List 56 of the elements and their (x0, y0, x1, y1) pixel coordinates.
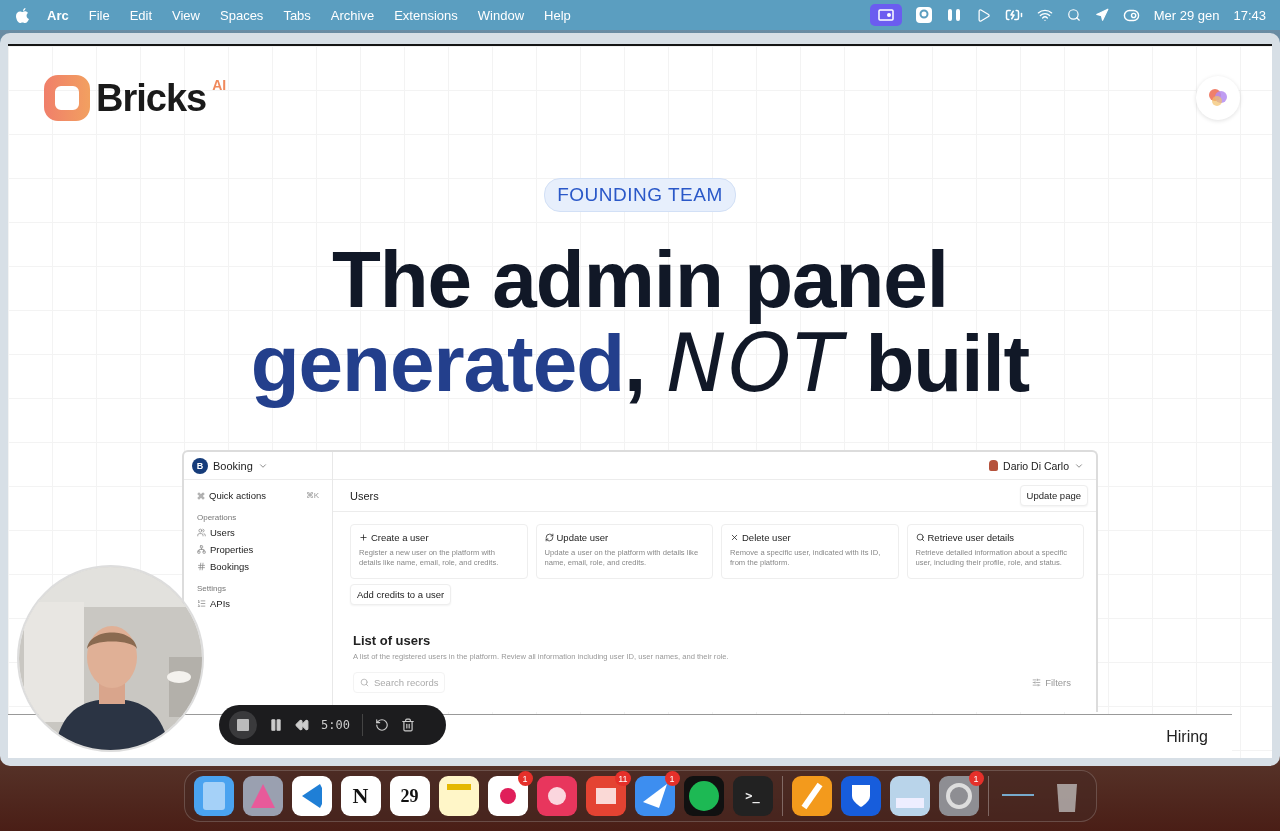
trash-icon[interactable] (400, 718, 415, 732)
section-badge: FOUNDING TEAM (544, 178, 736, 212)
logo-text: Bricks (96, 76, 207, 120)
sidebar-section-title: Operations (196, 512, 238, 524)
sidebar-item-icon (197, 599, 206, 608)
workspace-avatar: B (192, 457, 208, 474)
card-title: Create a user (359, 532, 519, 543)
hiring-link[interactable]: Hiring (1166, 727, 1208, 746)
play-icon[interactable] (975, 7, 991, 23)
assistant-button[interactable] (1196, 76, 1240, 120)
workspace-name[interactable]: Booking (213, 459, 253, 472)
wifi-icon[interactable] (1036, 7, 1053, 23)
apple-logo-icon[interactable] (16, 7, 29, 23)
sidebar-section-title: Settings (196, 583, 227, 595)
rewind-icon[interactable] (295, 718, 309, 732)
sidebar-item-icon (197, 528, 206, 537)
logo-icon (44, 75, 90, 121)
app-status-icon[interactable] (915, 7, 932, 23)
user-name[interactable]: Dario Di Carlo (1003, 459, 1069, 472)
app-icon[interactable]: 29 (389, 776, 430, 816)
section-title: List of users (353, 633, 432, 648)
screen-share-icon[interactable] (869, 4, 902, 26)
pause-icon[interactable] (269, 718, 283, 732)
card-title: Delete user (730, 532, 890, 543)
close-icon (730, 533, 739, 542)
app-icon[interactable]: >_ (732, 776, 773, 816)
page-title: Users (350, 489, 379, 502)
search-icon[interactable] (1066, 8, 1081, 22)
headline: The admin panel generated, NOT built (250, 238, 1030, 406)
sidebar-item-icon (197, 545, 206, 554)
restart-icon[interactable] (374, 718, 389, 732)
card-title: Update user (544, 532, 704, 543)
sidebar-item-icon (197, 562, 206, 571)
location-arrow-icon[interactable] (1094, 8, 1109, 22)
refresh-icon (544, 533, 554, 542)
notification-badge: 11 (615, 771, 631, 786)
user-avatar (989, 460, 999, 471)
stop-icon (237, 719, 249, 731)
sliders-icon (1032, 678, 1042, 687)
search-icon (360, 678, 369, 687)
logo-superscript: AI (212, 77, 227, 93)
add-credits-button[interactable]: Add credits to a user (350, 584, 452, 605)
command-icon (197, 491, 205, 500)
sidebar-item[interactable]: Bookings (184, 558, 332, 575)
search-icon (915, 533, 925, 542)
plus-icon (359, 533, 368, 542)
recording-timer: 5:00 (321, 718, 350, 732)
update-page-button[interactable]: Update page (1019, 485, 1088, 506)
sidebar-item[interactable]: Properties (184, 541, 332, 558)
sidebar-item[interactable]: APIs (184, 595, 332, 612)
circles-logo-icon (1207, 87, 1229, 109)
card-title: Retrieve user details (915, 532, 1075, 543)
sidebar-item[interactable]: Users (184, 524, 332, 541)
quick-actions-item[interactable]: Quick actions ⌘K (184, 487, 332, 504)
stop-button[interactable] (229, 711, 257, 739)
app-icon[interactable]: N (340, 776, 381, 816)
